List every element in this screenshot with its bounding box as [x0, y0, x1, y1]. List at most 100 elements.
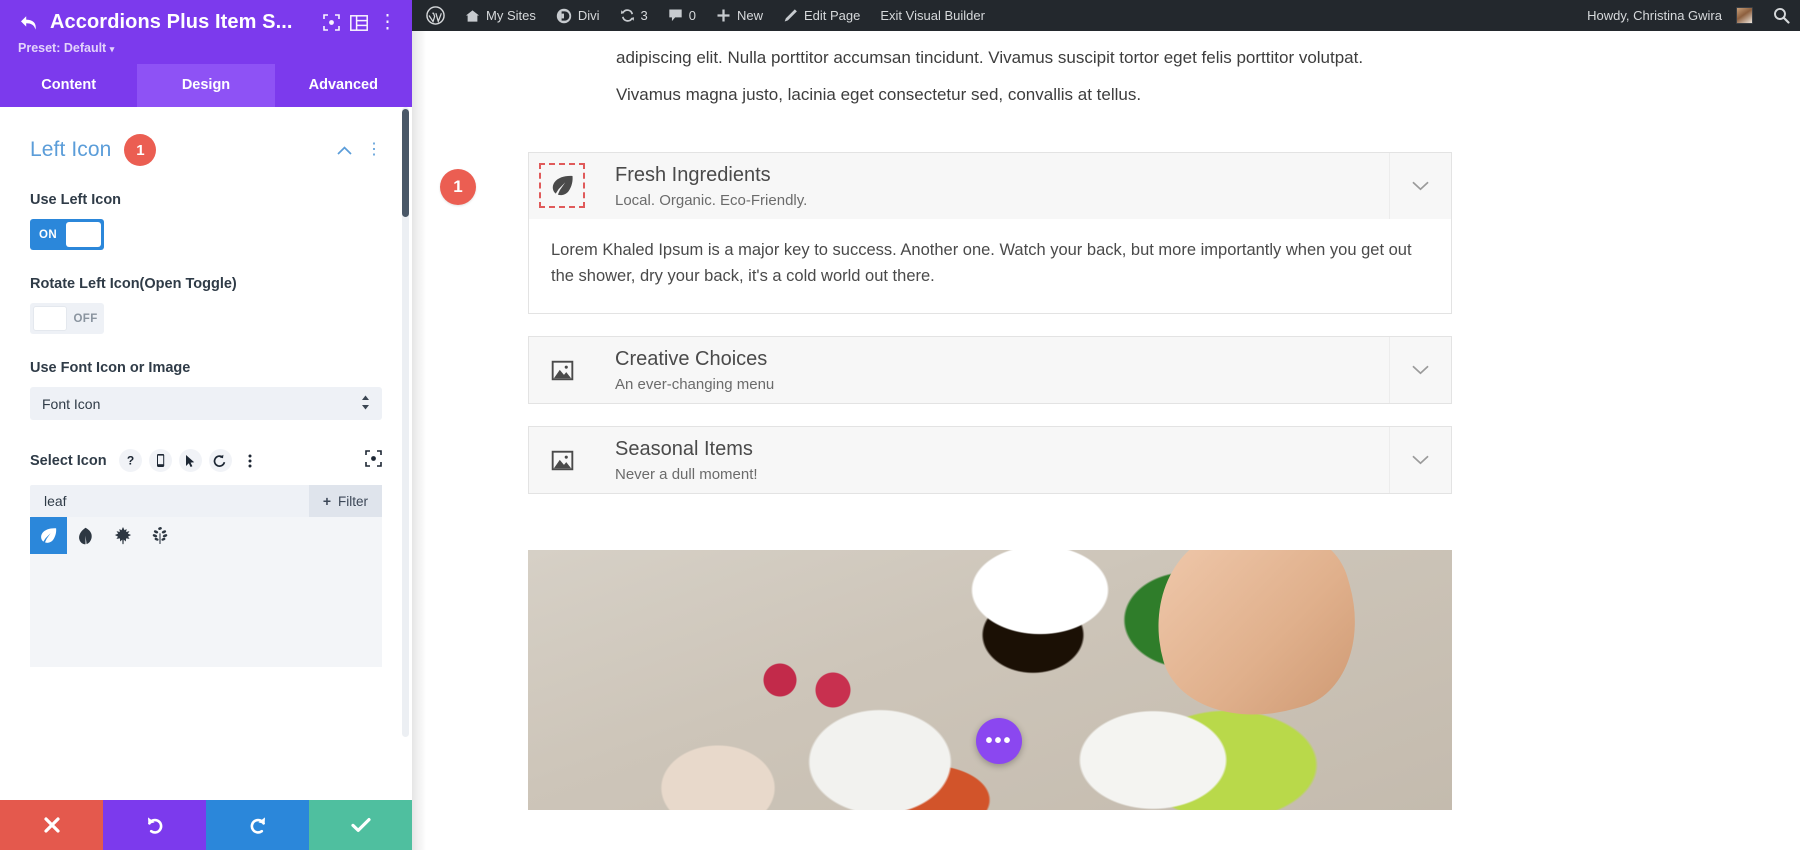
module-settings-panel: Accordions Plus Item S... ⋮ Preset: Defa… [0, 0, 412, 850]
preset-selector[interactable]: Preset: Default ▾ [18, 41, 398, 55]
mobile-icon[interactable] [148, 449, 172, 472]
field-label-select-icon: Select Icon [30, 452, 107, 469]
field-use-font-icon-or-image: Use Font Icon or Image Font Icon [30, 360, 382, 420]
target-focus-icon[interactable] [365, 449, 382, 472]
adminbar-updates-count: 3 [640, 8, 648, 23]
section-left-icon-header[interactable]: Left Icon 1 ⋮ [30, 134, 382, 166]
adminbar-updates[interactable]: 3 [610, 0, 658, 31]
adminbar-edit-page-label: Edit Page [804, 8, 861, 23]
adminbar-edit-page[interactable]: Edit Page [773, 0, 870, 31]
adminbar-wordpress-logo[interactable] [412, 0, 455, 31]
settings-tabs: Content Design Advanced [0, 64, 412, 107]
food-photo-module[interactable]: ••• [528, 550, 1452, 811]
target-focus-icon[interactable] [323, 14, 340, 31]
icon-results-grid [30, 517, 382, 667]
cancel-button[interactable] [0, 800, 103, 850]
undo-button[interactable] [103, 800, 206, 850]
icon-option-maple-leaf-icon[interactable] [104, 517, 141, 554]
adminbar-comments[interactable]: 0 [658, 0, 706, 31]
search-icon [1773, 7, 1790, 24]
accordion-titles: Fresh Ingredients Local. Organic. Eco-Fr… [595, 153, 1389, 219]
leaf-icon[interactable] [529, 153, 595, 218]
chevron-down-icon: ▾ [109, 44, 115, 54]
field-label-use-left-icon: Use Left Icon [30, 192, 122, 208]
field-label-rotate-left-icon: Rotate Left Icon(Open Toggle) [30, 276, 237, 292]
tab-design[interactable]: Design [137, 64, 275, 107]
accordion-title: Creative Choices [615, 348, 768, 371]
panel-scrollbar-thumb[interactable] [402, 109, 409, 217]
accordion-title: Seasonal Items [615, 438, 753, 461]
section-title: Left Icon [30, 138, 112, 161]
accordion-header[interactable]: Creative Choices An ever-changing menu [529, 337, 1451, 404]
help-icon[interactable]: ? [118, 449, 142, 472]
accordion-item-creative-choices[interactable]: Creative Choices An ever-changing menu [528, 336, 1452, 405]
back-arrow-icon[interactable] [14, 15, 44, 31]
adminbar-divi-label: Divi [577, 8, 600, 23]
chevron-down-icon[interactable] [1389, 427, 1451, 494]
visual-builder-canvas: adipiscing elit. Nulla porttitor accumsa… [412, 31, 1800, 850]
adminbar-exit-visual-builder[interactable]: Exit Visual Builder [870, 0, 995, 31]
icon-filter-button[interactable]: + Filter [308, 485, 382, 517]
icon-search-bar: + Filter [30, 485, 382, 517]
comments-icon [668, 8, 683, 23]
field-label-use-font-icon-or-image: Use Font Icon or Image [30, 360, 191, 376]
wordpress-admin-bar: My Sites Divi 3 0 New Edit Page Exit Vis… [412, 0, 1800, 31]
accordion-subtitle: An ever-changing menu [615, 376, 775, 394]
rotate-left-icon-toggle-state: OFF [73, 312, 98, 325]
rotate-left-icon-toggle[interactable]: OFF [30, 303, 104, 334]
save-button[interactable] [309, 800, 412, 850]
accordion-subtitle: Never a dull moment! [615, 466, 758, 484]
chevron-down-icon[interactable] [1389, 152, 1451, 219]
kebab-menu-icon[interactable] [239, 449, 262, 472]
select-icon-toolbar: Select Icon ? [30, 449, 382, 472]
redo-button[interactable] [206, 800, 309, 850]
accordion-title: Fresh Ingredients [615, 163, 771, 186]
icon-search-input[interactable] [30, 493, 309, 509]
adminbar-search[interactable] [1763, 0, 1800, 31]
accordion-subtitle: Local. Organic. Eco-Friendly. [615, 191, 808, 209]
icon-option-seedling-branch-icon[interactable] [141, 517, 178, 554]
accordions-plus-module: 1 Fresh Ingredients Local. Organic. Eco-… [440, 151, 1452, 495]
accordion-item-fresh-ingredients[interactable]: 1 Fresh Ingredients Local. Organic. Eco-… [440, 151, 1452, 315]
toggle-knob [66, 222, 101, 247]
settings-panel-body: Left Icon 1 ⋮ Use Left Icon ON Rotate Le… [0, 107, 412, 800]
layout-columns-icon[interactable] [350, 14, 368, 31]
use-font-icon-or-image-select[interactable]: Font Icon [30, 387, 382, 420]
wordpress-logo-icon [426, 6, 445, 25]
cursor-icon[interactable] [178, 449, 202, 472]
adminbar-my-sites[interactable]: My Sites [455, 0, 546, 31]
panel-scrollbar[interactable] [402, 107, 409, 737]
tab-advanced[interactable]: Advanced [274, 64, 412, 107]
intro-copy: adipiscing elit. Nulla porttitor accumsa… [412, 31, 1472, 110]
icon-option-leaf-solid-icon[interactable] [67, 517, 104, 554]
kebab-menu-icon[interactable]: ⋮ [378, 13, 398, 32]
adminbar-exit-visual-builder-label: Exit Visual Builder [880, 8, 985, 23]
field-rotate-left-icon: Rotate Left Icon(Open Toggle) OFF [30, 276, 382, 334]
accordion-item-seasonal-items[interactable]: Seasonal Items Never a dull moment! [528, 426, 1452, 495]
adminbar-greeting: Howdy, Christina Gwira [1587, 8, 1722, 23]
plus-icon [716, 8, 731, 23]
accordion-titles: Seasonal Items Never a dull moment! [595, 427, 1389, 493]
module-actions-fab[interactable]: ••• [976, 718, 1022, 765]
adminbar-divi[interactable]: Divi [546, 0, 610, 31]
section-kebab-menu-icon[interactable]: ⋮ [366, 142, 382, 158]
chevron-up-icon[interactable] [337, 142, 352, 158]
adminbar-new[interactable]: New [706, 0, 773, 31]
reset-icon[interactable] [208, 449, 232, 472]
step-badge-panel: 1 [124, 134, 157, 166]
divi-icon [556, 8, 572, 24]
chevron-down-icon[interactable] [1389, 337, 1451, 404]
adminbar-account[interactable]: Howdy, Christina Gwira [1577, 0, 1763, 31]
use-left-icon-toggle[interactable]: ON [30, 219, 104, 250]
settings-panel-actions [0, 800, 412, 850]
accordion-header[interactable]: Seasonal Items Never a dull moment! [529, 427, 1451, 494]
adminbar-comments-count: 0 [688, 8, 696, 23]
image-placeholder-icon[interactable] [529, 338, 595, 403]
accordion-header[interactable]: Fresh Ingredients Local. Organic. Eco-Fr… [529, 152, 1451, 219]
tab-content[interactable]: Content [0, 64, 138, 107]
plus-icon: + [322, 493, 331, 509]
avatar [1736, 7, 1753, 24]
icon-option-leaf-icon[interactable] [30, 517, 67, 554]
select-value: Font Icon [42, 395, 101, 412]
image-placeholder-icon[interactable] [529, 428, 595, 493]
